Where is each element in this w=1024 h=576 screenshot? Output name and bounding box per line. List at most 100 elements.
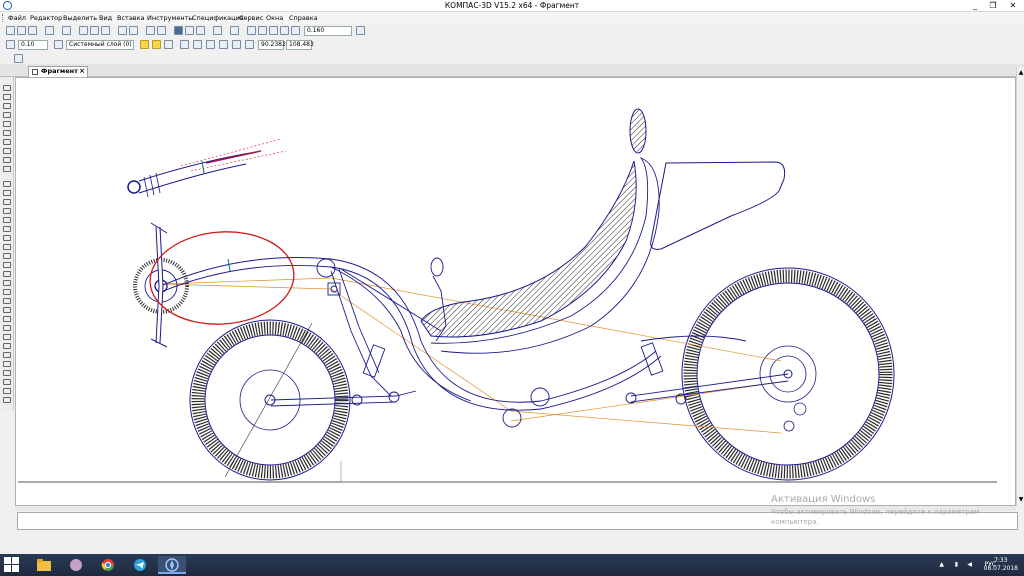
- zoom-scale-icon[interactable]: [291, 26, 300, 35]
- kompas-taskbar-icon[interactable]: [158, 556, 186, 574]
- select-icon[interactable]: [3, 139, 11, 145]
- rectangle-icon[interactable]: [3, 253, 11, 259]
- zoom-window-icon[interactable]: [247, 26, 256, 35]
- table-icon[interactable]: [3, 343, 11, 349]
- scale-field[interactable]: 0.160: [304, 26, 352, 36]
- designations-icon[interactable]: [3, 103, 11, 109]
- reports-icon[interactable]: [3, 166, 11, 172]
- scroll-down-icon[interactable]: ▼: [1017, 496, 1024, 503]
- snap-icon[interactable]: [140, 40, 149, 49]
- paste-icon[interactable]: [101, 26, 110, 35]
- raster-icon[interactable]: [3, 370, 11, 376]
- mirror-icon[interactable]: [3, 316, 11, 322]
- network-icon[interactable]: ▮: [955, 561, 958, 568]
- insert-fragment-icon[interactable]: [3, 397, 11, 403]
- tab-close-icon[interactable]: ×: [79, 67, 85, 76]
- print-icon[interactable]: [45, 26, 54, 35]
- function-icon[interactable]: [196, 26, 205, 35]
- chamfer-icon[interactable]: [3, 271, 11, 277]
- fillet-icon[interactable]: [3, 280, 11, 286]
- parametric-icon[interactable]: [206, 40, 215, 49]
- line-style-icon[interactable]: [6, 40, 15, 49]
- macroelement-icon[interactable]: [3, 388, 11, 394]
- save-icon[interactable]: [28, 26, 37, 35]
- coords-label-icon[interactable]: [245, 40, 254, 49]
- redo-icon[interactable]: [157, 26, 166, 35]
- telegram-icon[interactable]: [126, 556, 154, 574]
- tray-arrow-icon[interactable]: ▲: [939, 561, 944, 568]
- scroll-up-icon[interactable]: ▲: [1017, 69, 1024, 76]
- spline-icon[interactable]: [3, 244, 11, 250]
- hatch-icon[interactable]: [3, 289, 11, 295]
- parametrization-icon[interactable]: [3, 121, 11, 127]
- coord-x-field[interactable]: 90.2382: [258, 40, 286, 50]
- menu-view[interactable]: Вид: [99, 14, 112, 22]
- copy-icon[interactable]: [90, 26, 99, 35]
- menu-windows[interactable]: Окна: [266, 14, 283, 22]
- variables-icon[interactable]: [185, 26, 194, 35]
- layer-selector[interactable]: Системный слой (0): [66, 40, 134, 50]
- grid-icon[interactable]: [164, 40, 173, 49]
- polyline-icon[interactable]: [3, 235, 11, 241]
- contour-icon[interactable]: [3, 307, 11, 313]
- layers-icon[interactable]: [213, 26, 222, 35]
- close-button[interactable]: ✕: [1004, 0, 1022, 12]
- undo-icon[interactable]: [146, 26, 155, 35]
- menu-file[interactable]: Файл: [8, 14, 26, 22]
- circle-icon[interactable]: [3, 208, 11, 214]
- local-snap-icon[interactable]: [152, 40, 161, 49]
- menu-insert[interactable]: Вставка: [117, 14, 145, 22]
- menu-tools[interactable]: Инструменты: [147, 14, 194, 22]
- menu-help[interactable]: Справка: [289, 14, 318, 22]
- macro-icon[interactable]: [3, 361, 11, 367]
- aux-line-icon[interactable]: [3, 190, 11, 196]
- geometry-icon[interactable]: [3, 85, 11, 91]
- arc-icon[interactable]: [3, 217, 11, 223]
- app-icon[interactable]: [62, 556, 90, 574]
- menu-service[interactable]: Сервис: [239, 14, 263, 22]
- point-icon[interactable]: [3, 181, 11, 187]
- coord-y-field[interactable]: 108.483: [286, 40, 314, 50]
- library-icon[interactable]: [129, 26, 138, 35]
- zoom-in-icon[interactable]: [258, 26, 267, 35]
- measure-icon[interactable]: [3, 130, 11, 136]
- menu-specification[interactable]: Спецификация: [192, 14, 244, 22]
- cut-icon[interactable]: [79, 26, 88, 35]
- text-icon[interactable]: [3, 334, 11, 340]
- open-folder-icon[interactable]: [17, 26, 26, 35]
- ortho-icon[interactable]: [180, 40, 189, 49]
- pan-icon[interactable]: [356, 26, 365, 35]
- lcs-icon[interactable]: [193, 40, 202, 49]
- library-fragment-icon[interactable]: [3, 379, 11, 385]
- line-width-field[interactable]: 0.10: [18, 40, 48, 50]
- round-off-icon[interactable]: [219, 40, 228, 49]
- zoom-out-icon[interactable]: [269, 26, 278, 35]
- ellipse-icon[interactable]: [3, 226, 11, 232]
- new-document-icon[interactable]: [6, 26, 15, 35]
- manager-icon[interactable]: [174, 26, 183, 35]
- clock[interactable]: 7:33 08.07.2018: [984, 557, 1018, 573]
- layer-state-icon[interactable]: [54, 40, 63, 49]
- menu-grip[interactable]: [2, 14, 5, 22]
- polygon-icon[interactable]: [3, 262, 11, 268]
- restore-button[interactable]: ❐: [984, 0, 1002, 12]
- properties-icon[interactable]: [118, 26, 127, 35]
- explorer-icon[interactable]: [30, 556, 58, 574]
- equidistant-icon[interactable]: [3, 298, 11, 304]
- chrome-icon[interactable]: [94, 556, 122, 574]
- menu-select[interactable]: Выделить: [63, 14, 97, 22]
- volume-icon[interactable]: ◀: [967, 561, 972, 568]
- menu-editor[interactable]: Редактор: [30, 14, 62, 22]
- fill-icon[interactable]: [3, 325, 11, 331]
- editing-icon[interactable]: [3, 112, 11, 118]
- preview-icon[interactable]: [62, 26, 71, 35]
- vertical-scrollbar[interactable]: ▲ ▼: [1016, 67, 1024, 506]
- dimensions-icon[interactable]: [3, 94, 11, 100]
- stop-command-icon[interactable]: [14, 54, 23, 63]
- segment-icon[interactable]: [3, 199, 11, 205]
- drawing-canvas[interactable]: [15, 77, 1016, 506]
- cursor-coords-icon[interactable]: [232, 40, 241, 49]
- help-pointer-icon[interactable]: [230, 26, 239, 35]
- spec-icon[interactable]: [3, 157, 11, 163]
- start-button[interactable]: [4, 557, 20, 573]
